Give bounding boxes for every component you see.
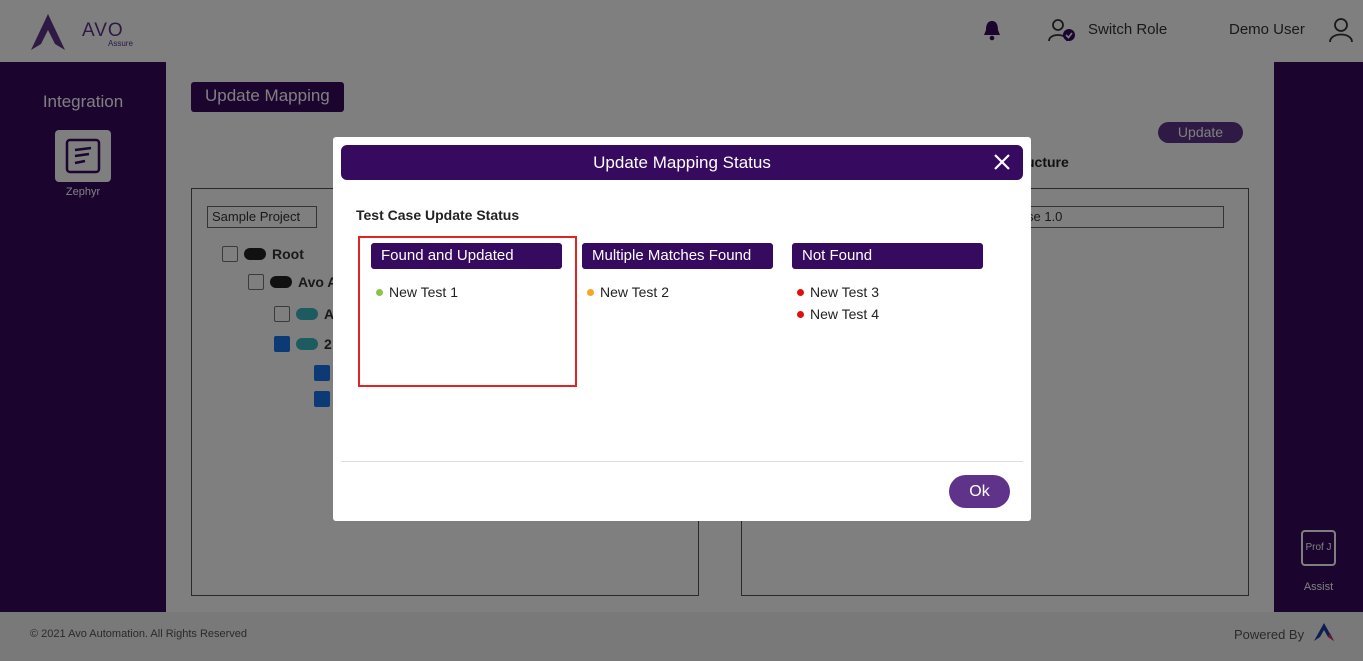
list-item: New Test 4 xyxy=(797,303,983,325)
column-header: Multiple Matches Found xyxy=(582,243,773,269)
red-status-dot-icon xyxy=(797,288,804,296)
highlight-annotation xyxy=(358,236,577,387)
red-status-dot-icon xyxy=(797,310,804,318)
status-list: New Test 3 New Test 4 xyxy=(792,281,983,325)
column-header: Not Found xyxy=(792,243,983,269)
ok-button[interactable]: Ok xyxy=(949,475,1010,508)
test-name: New Test 4 xyxy=(810,306,879,322)
modal-divider xyxy=(341,461,1023,462)
close-icon[interactable] xyxy=(991,151,1013,173)
test-name: New Test 3 xyxy=(810,284,879,300)
orange-status-dot-icon xyxy=(587,288,594,296)
test-name: New Test 2 xyxy=(600,284,669,300)
section-label: Test Case Update Status xyxy=(356,207,520,223)
modal-header: Update Mapping Status xyxy=(341,145,1023,180)
list-item: New Test 2 xyxy=(587,281,773,303)
modal-title: Update Mapping Status xyxy=(593,153,771,172)
multiple-matches-column: Multiple Matches Found New Test 2 xyxy=(582,243,773,303)
not-found-column: Not Found New Test 3 New Test 4 xyxy=(792,243,983,325)
status-list: New Test 2 xyxy=(582,281,773,303)
update-mapping-status-dialog: Update Mapping Status Test Case Update S… xyxy=(333,137,1031,521)
list-item: New Test 3 xyxy=(797,281,983,303)
